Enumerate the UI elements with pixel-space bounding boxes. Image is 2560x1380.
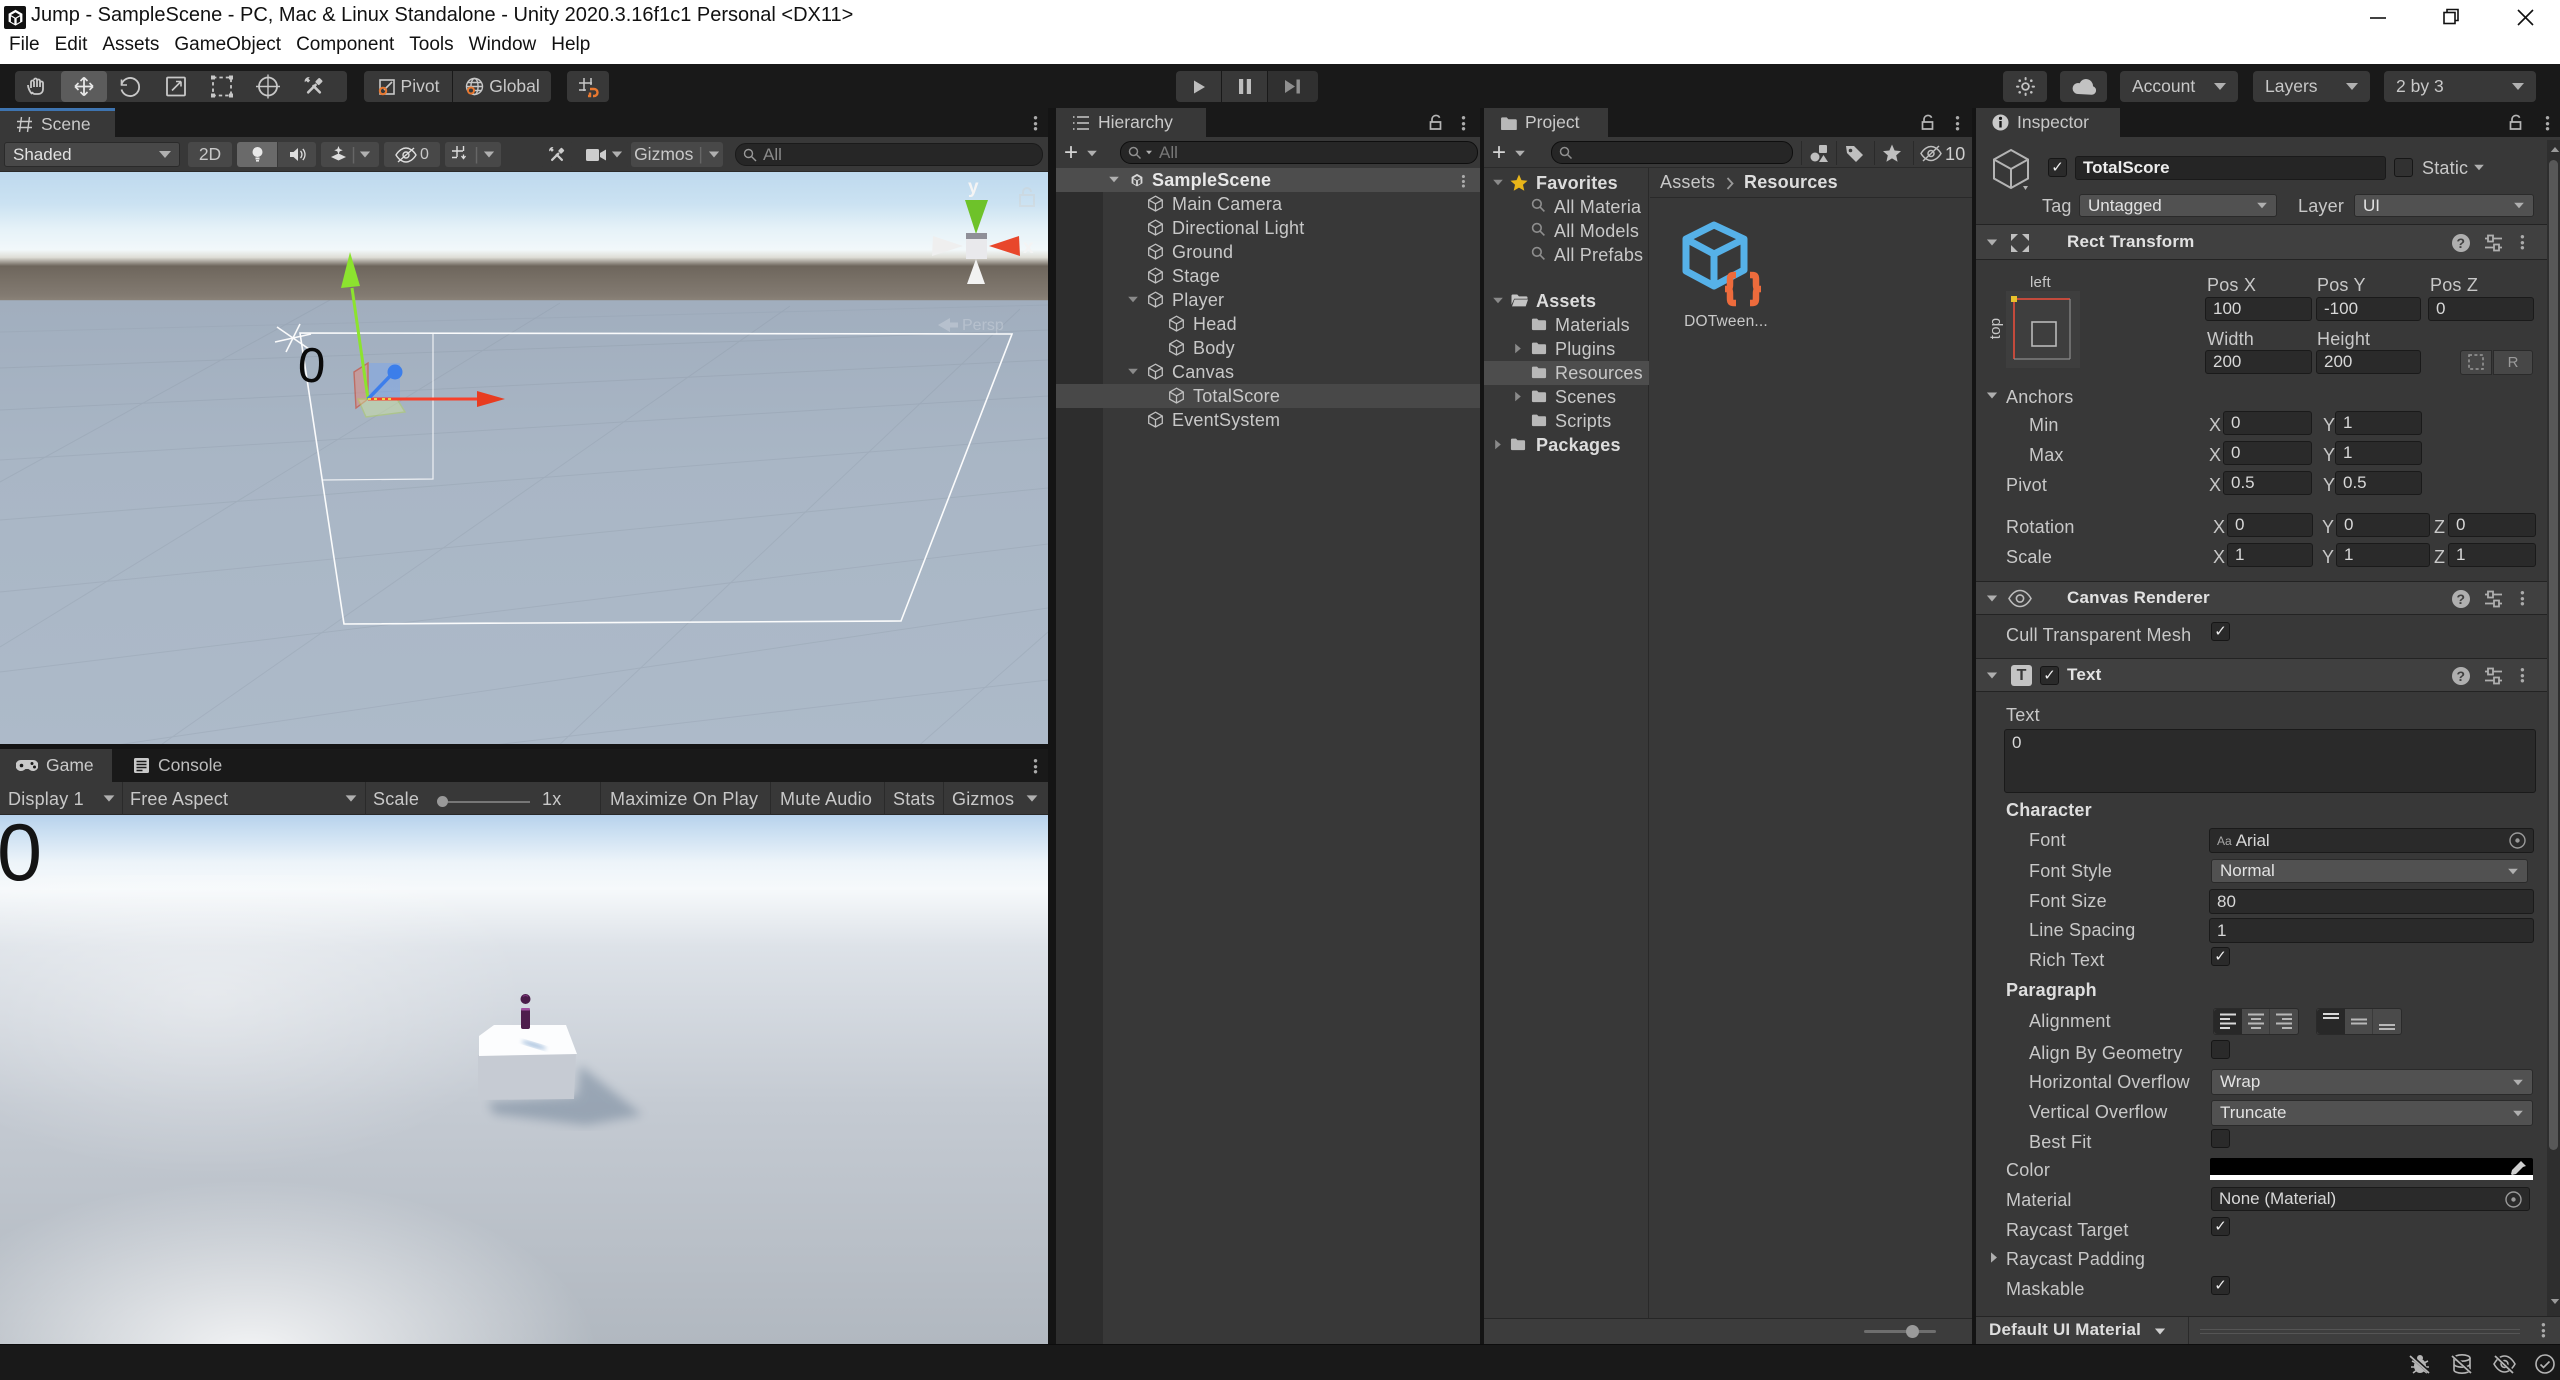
svg-text:y: y	[968, 177, 979, 198]
svg-text:x: x	[1023, 237, 1034, 258]
svg-text:?: ?	[2457, 235, 2466, 251]
svg-text:0: 0	[297, 338, 327, 393]
svg-text:Persp: Persp	[962, 317, 1004, 334]
svg-text:?: ?	[2457, 668, 2466, 684]
svg-text:?: ?	[2457, 591, 2466, 607]
